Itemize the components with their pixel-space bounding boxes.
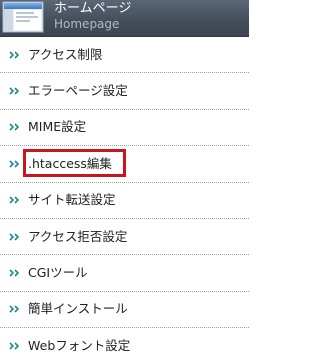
monitor-window-icon: [2, 1, 44, 33]
menu-item-label: Webフォント設定: [28, 337, 131, 353]
double-chevron-right-icon: [9, 123, 20, 132]
double-chevron-right-icon: [9, 305, 20, 313]
menu-item-web-font-settings[interactable]: Webフォント設定: [0, 328, 249, 359]
menu-item-error-page-settings[interactable]: エラーページ設定: [0, 73, 249, 110]
menu-item-access-restriction[interactable]: アクセス制限: [0, 37, 249, 74]
menu-item-htaccess-edit[interactable]: .htaccess編集: [0, 146, 249, 183]
control-panel-sidebar: ホームページ Homepage アクセス制限 エラーページ設定 MIME設定 .…: [0, 0, 249, 359]
menu-item-label: MIME設定: [28, 119, 87, 135]
double-chevron-right-icon: [9, 342, 20, 350]
double-chevron-right-icon: [9, 160, 20, 168]
header-subtitle: Homepage: [54, 17, 120, 31]
section-header-homepage: ホームページ Homepage: [0, 0, 249, 37]
menu-item-label: サイト転送設定: [28, 192, 116, 208]
double-chevron-right-icon: [9, 269, 20, 277]
double-chevron-right-icon: [9, 87, 20, 95]
menu-item-label: CGIツール: [28, 265, 88, 281]
double-chevron-right-icon: [9, 233, 20, 241]
double-chevron-right-icon: [9, 51, 20, 59]
homepage-menu: アクセス制限 エラーページ設定 MIME設定 .htaccess編集 サイト転送…: [0, 37, 249, 359]
menu-item-access-deny-settings[interactable]: アクセス拒否設定: [0, 219, 249, 256]
highlight-box: [23, 149, 126, 178]
double-chevron-right-icon: [9, 196, 20, 204]
menu-item-site-redirect-settings[interactable]: サイト転送設定: [0, 183, 249, 219]
menu-item-cgi-tools[interactable]: CGIツール: [0, 255, 249, 292]
menu-item-easy-install[interactable]: 簡単インストール: [0, 292, 249, 329]
menu-item-mime-settings[interactable]: MIME設定: [0, 110, 249, 147]
menu-item-label: 簡単インストール: [28, 301, 128, 317]
header-title: ホームページ: [54, 1, 132, 16]
menu-item-label: アクセス拒否設定: [28, 228, 128, 244]
menu-item-label: アクセス制限: [28, 46, 103, 62]
menu-item-label: エラーページ設定: [28, 83, 128, 99]
